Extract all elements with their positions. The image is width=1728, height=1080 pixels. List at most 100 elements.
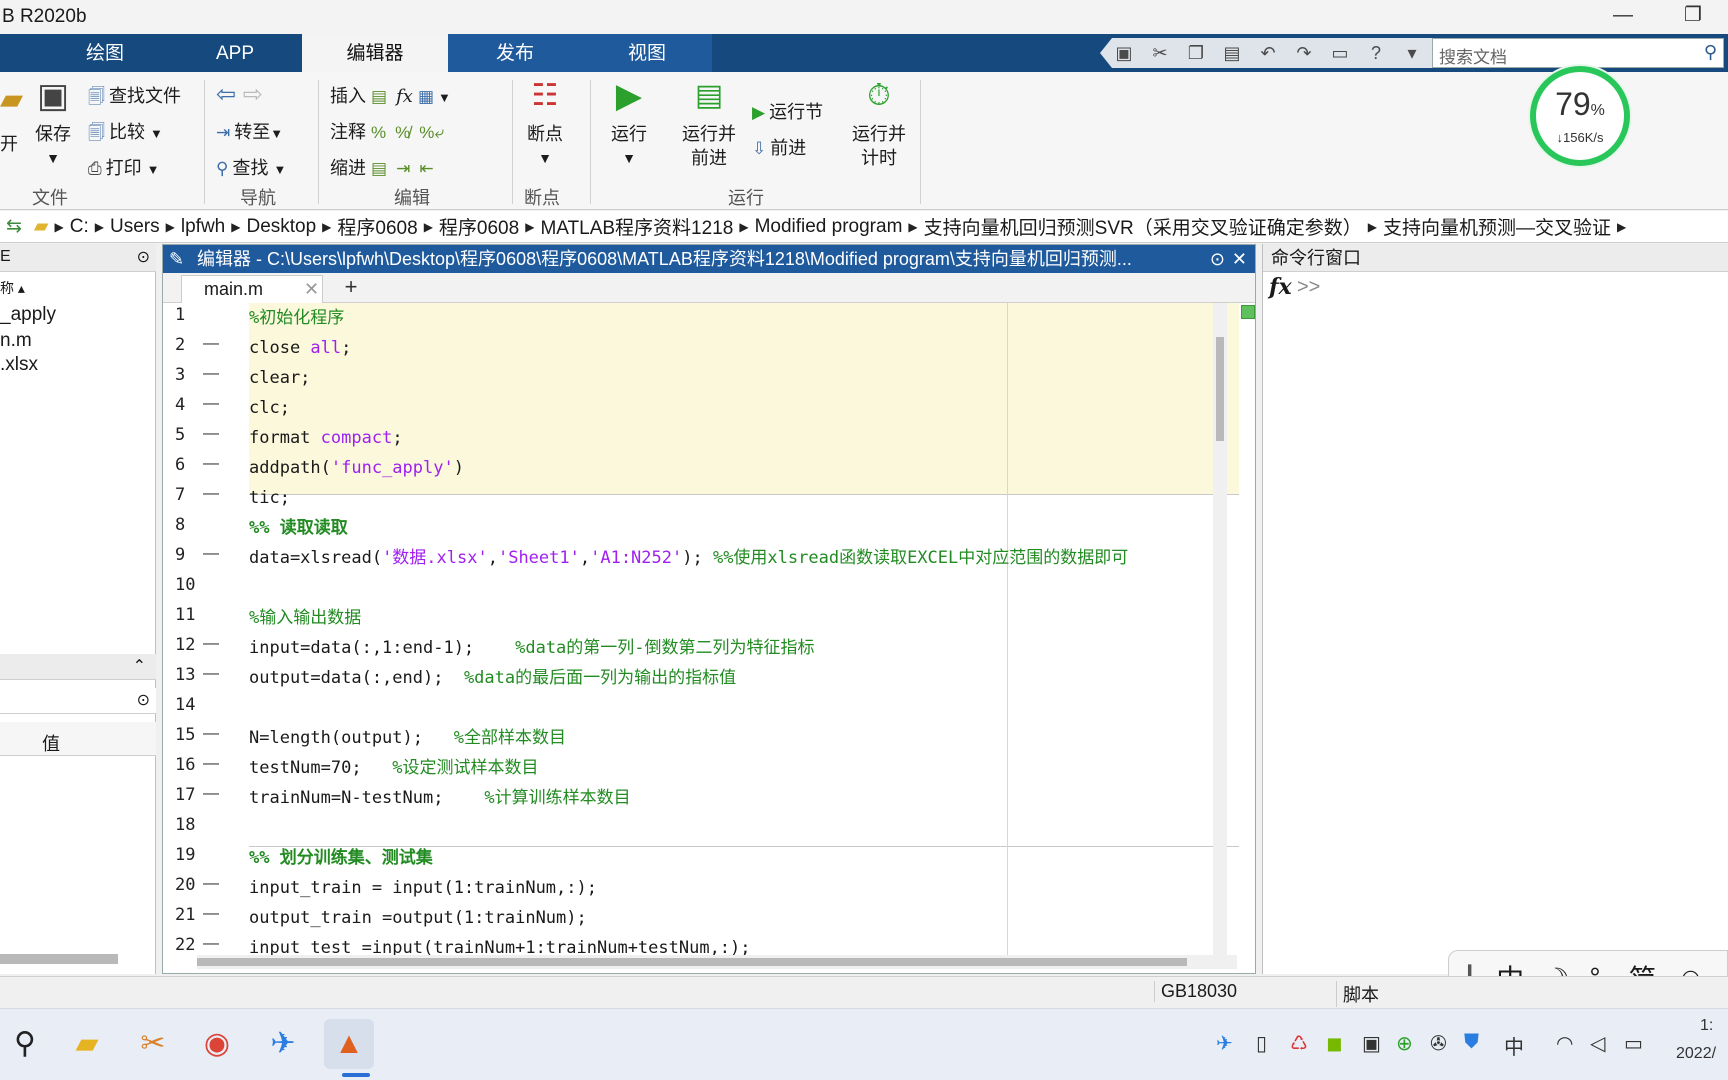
scroll-thumb[interactable] [1216,337,1224,441]
code-line[interactable]: trainNum=N-testNum; %计算训练样本数目 [249,785,631,812]
close-tab-icon[interactable]: ✕ [304,276,319,302]
cut-icon[interactable]: ✂ [1142,43,1178,64]
address-bar[interactable]: ⇆ ▰ ▶ C: ▶ Users ▶ lpfwh ▶ Desktop ▶ 程序0608 ▶… [0,211,1728,243]
code-line[interactable]: close all; [249,335,351,362]
breakpoint-marker[interactable]: — [203,335,219,353]
breakpoint-marker[interactable]: — [203,365,219,383]
code-line[interactable]: %输入输出数据 [249,605,361,632]
breakpoint-marker[interactable]: — [203,395,219,413]
code-line[interactable]: N=length(output); %全部样本数目 [249,725,566,752]
scroll-thumb[interactable] [197,958,1187,966]
tray-shield-icon[interactable]: ⛊ [1464,1031,1479,1054]
run-and-time-button[interactable]: ⏱ 运行并 计时 [848,76,910,170]
feishu-icon[interactable]: ✈ [258,1019,308,1069]
code-line[interactable]: format compact; [249,425,403,452]
breakpoint-marker[interactable]: — [203,875,219,893]
code-analyzer-status-icon[interactable] [1241,305,1255,319]
file-explorer-icon[interactable]: ▰ [62,1019,112,1069]
path-segment[interactable]: C: [70,216,89,238]
breakpoint-marker[interactable]: — [203,545,219,563]
fx-icon[interactable]: fx [1269,274,1292,300]
print-button[interactable]: ⎙ 打印 ▼ [88,154,160,180]
breakpoint-marker[interactable]: — [203,725,219,743]
browse-folder-icon[interactable]: ⇆ [6,215,22,238]
path-segment[interactable]: lpfwh [181,216,225,238]
volume-icon[interactable]: ◁ [1590,1031,1605,1056]
code-line[interactable]: %初始化程序 [249,305,344,332]
value-column-header[interactable]: 值 [42,730,60,756]
vertical-scrollbar[interactable] [1213,303,1255,961]
code-line[interactable]: input=data(:,1:end-1); %data的第一列-倒数第二列为特… [249,635,815,662]
chevron-up-icon[interactable]: ⌃ [133,656,146,676]
breakpoint-marker[interactable]: — [203,905,219,923]
paste-icon[interactable]: ▤ [1214,43,1250,64]
breakpoints-button[interactable]: ☷ 断点 ▼ [520,76,570,170]
path-segment[interactable]: 支持向量机回归预测SVR（采用交叉验证确定参数） [924,213,1362,240]
code-line[interactable]: addpath('func_apply') [249,455,464,482]
breakpoint-marker[interactable]: — [203,455,219,473]
code-line[interactable]: data=xlsread('数据.xlsx','Sheet1','A1:N252… [249,545,1128,572]
horizontal-scrollbar[interactable] [0,954,118,964]
tab-plots[interactable]: 绘图 [40,34,170,72]
redo-icon[interactable]: ↷ [1286,43,1322,64]
tab-editor[interactable]: 编辑器 [302,34,448,72]
clock-date[interactable]: 2022/ [1676,1045,1716,1063]
run-and-advance-button[interactable]: ▤ 运行并 前进 [676,76,742,170]
dropdown-icon[interactable]: ▾ [1394,43,1430,64]
code-line[interactable]: output=data(:,end); %data的最后面一列为输出的指标值 [249,665,736,692]
tab-view[interactable]: 视图 [582,34,712,72]
code-line[interactable]: clc; [249,395,290,422]
undo-icon[interactable]: ↶ [1250,43,1286,64]
command-window[interactable]: 命令行窗口 fx >> [1262,244,1728,974]
clock-time[interactable]: 1: [1700,1017,1713,1035]
file-item[interactable]: .xlsx [0,354,38,376]
run-button[interactable]: ▶ 运行 ▼ [604,76,654,170]
tray-security-icon[interactable]: ⊕ [1396,1031,1413,1056]
code-line[interactable]: %% 划分训练集、测试集 [249,845,433,872]
horizontal-scrollbar[interactable] [197,955,1237,969]
battery-icon[interactable]: ▭ [1624,1031,1643,1056]
close-icon[interactable]: ✕ [1232,245,1247,273]
open-icon[interactable]: ▰ [0,82,23,117]
breakpoint-marker[interactable]: — [203,665,219,683]
breakpoint-marker[interactable]: — [203,935,219,953]
code-line[interactable]: tic; [249,485,290,512]
tray-feishu-icon[interactable]: ✈ [1216,1031,1233,1056]
snipping-tool-icon[interactable]: ✂ [128,1019,178,1069]
compare-button[interactable]: 🗐 比较 ▼ [88,118,163,149]
insert-button[interactable]: 插入 ▤ fx ▦ ▼ [330,82,451,108]
find-files-button[interactable]: 🗐 查找文件 [88,82,181,113]
matlab-icon[interactable]: ▲ [324,1019,374,1069]
save-button[interactable]: ▣ 保存 ▼ [30,76,76,170]
wifi-icon[interactable]: ◠ [1556,1031,1573,1056]
code-area[interactable]: %初始化程序 close all; clear; clc; format compact… [219,303,1239,961]
code-line[interactable]: testNum=70; %设定测试样本数目 [249,755,539,782]
path-segment[interactable]: Desktop [246,216,316,238]
run-section-button[interactable]: ▶ 运行节 [752,98,823,124]
breakpoint-marker[interactable]: — [203,755,219,773]
tray-network-icon[interactable]: ♺ [1290,1031,1308,1056]
restore-button[interactable]: ❐ [1658,0,1728,34]
breakpoint-marker[interactable]: — [203,485,219,503]
tab-apps[interactable]: APP [170,34,300,72]
code-line[interactable]: clear; [249,365,310,392]
minimize-button[interactable]: — [1588,0,1658,34]
code-line[interactable]: output_train =output(1:trainNum); [249,905,587,932]
tray-usb-icon[interactable]: ▯ [1256,1031,1267,1056]
chrome-icon[interactable]: ◉ [192,1019,242,1069]
pane-menu-icon[interactable]: ⊙ [137,690,150,710]
find-button[interactable]: ⚲ 查找 ▼ [216,154,286,180]
path-segment[interactable]: 程序0608 [439,213,519,240]
search-icon[interactable]: ⚲ [1704,42,1717,63]
indent-button[interactable]: 缩进 ▤ ⇥ ⇤ [330,154,438,180]
tab-publish[interactable]: 发布 [448,34,582,72]
name-column-header[interactable]: 称 ▴ [0,278,25,298]
copy-icon[interactable]: ❐ [1178,43,1214,64]
tray-app-icon[interactable]: ▣ [1362,1031,1381,1056]
path-segment[interactable]: MATLAB程序资料1218 [540,213,733,240]
editor-tab-main[interactable]: main.m ✕ [181,275,323,303]
path-segment[interactable]: 程序0608 [337,213,417,240]
code-line[interactable]: %% 读取读取 [249,515,348,542]
tray-language[interactable]: 中 [1504,1031,1524,1060]
pane-menu-icon[interactable]: ⊙ [137,247,150,267]
